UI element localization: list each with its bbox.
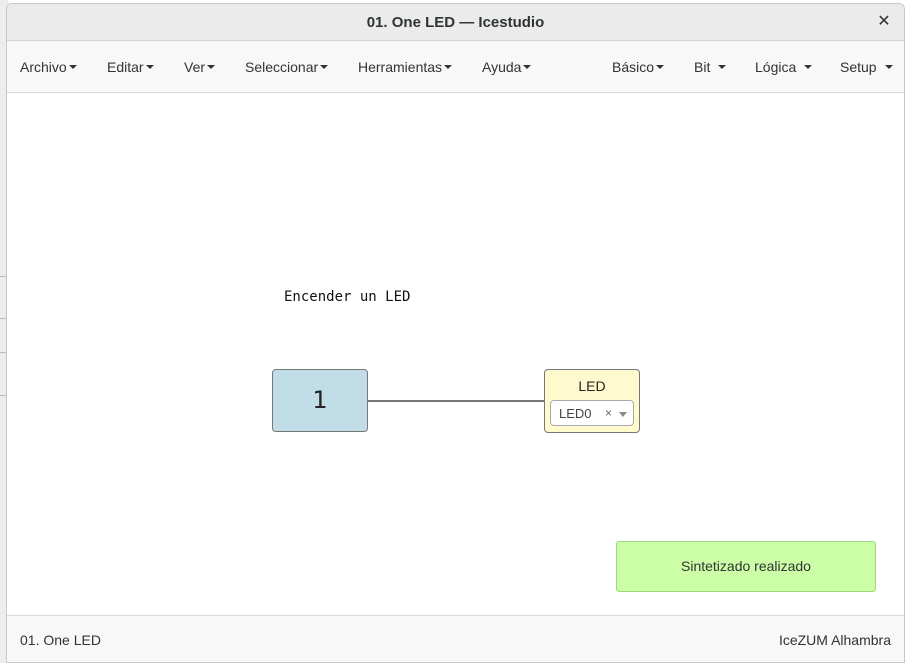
menu-logica[interactable]: Lógica: [755, 59, 813, 75]
design-canvas[interactable]: Encender un LED 1 LED LED0 × Sintetizado…: [7, 93, 904, 615]
menu-setup[interactable]: Setup: [840, 59, 893, 75]
close-icon[interactable]: ✕: [874, 12, 894, 32]
constant-value: 1: [312, 386, 328, 414]
clear-icon[interactable]: ×: [605, 406, 612, 420]
menu-ver[interactable]: Ver: [184, 59, 216, 75]
comment-block[interactable]: Encender un LED: [284, 289, 410, 305]
status-bar: 01. One LED IceZUM Alhambra: [7, 615, 904, 662]
caret-down-icon: [444, 65, 453, 70]
pin-select[interactable]: LED0 ×: [550, 400, 634, 426]
menu-label: Herramientas: [358, 59, 443, 75]
menu-seleccionar[interactable]: Seleccionar: [245, 59, 329, 75]
menu-label: Bit: [694, 59, 711, 75]
menu-label: Ver: [184, 59, 206, 75]
menu-label: Editar: [107, 59, 144, 75]
window-title: 01. One LED — Icestudio: [366, 14, 545, 31]
caret-down-icon: [656, 65, 665, 70]
menu-editar[interactable]: Editar: [107, 59, 154, 75]
notification-toast[interactable]: Sintetizado realizado: [616, 541, 876, 592]
menu-label: Lógica: [755, 59, 797, 75]
led-output-block[interactable]: LED LED0 ×: [544, 369, 640, 433]
project-name: 01. One LED: [20, 632, 101, 648]
menu-basico[interactable]: Básico: [612, 59, 665, 75]
led-block-title: LED: [578, 378, 606, 394]
app-window: 01. One LED — Icestudio ✕ Archivo Editar…: [6, 3, 905, 663]
menu-label: Básico: [612, 59, 655, 75]
caret-down-icon: [68, 65, 77, 70]
caret-down-icon: [804, 65, 813, 70]
board-selector[interactable]: IceZUM Alhambra: [779, 632, 891, 648]
menu-label: Setup: [840, 59, 877, 75]
caret-down-icon: [523, 65, 532, 70]
dropdown-arrow-icon[interactable]: [619, 412, 627, 417]
menu-bit[interactable]: Bit: [694, 59, 727, 75]
menu-label: Ayuda: [482, 59, 522, 75]
menu-bar: Archivo Editar Ver Seleccionar Herramien…: [7, 41, 904, 93]
caret-down-icon: [718, 65, 727, 70]
pin-select-value: LED0: [559, 406, 592, 421]
menu-archivo[interactable]: Archivo: [20, 59, 77, 75]
notification-text: Sintetizado realizado: [681, 558, 811, 574]
title-bar: 01. One LED — Icestudio ✕: [7, 4, 904, 41]
caret-down-icon: [145, 65, 154, 70]
menu-label: Archivo: [20, 59, 67, 75]
caret-down-icon: [320, 65, 329, 70]
wire[interactable]: [368, 400, 544, 402]
menu-herramientas[interactable]: Herramientas: [358, 59, 453, 75]
menu-ayuda[interactable]: Ayuda: [482, 59, 532, 75]
caret-down-icon: [884, 65, 893, 70]
menu-label: Seleccionar: [245, 59, 319, 75]
constant-block[interactable]: 1: [272, 369, 368, 432]
caret-down-icon: [207, 65, 216, 70]
